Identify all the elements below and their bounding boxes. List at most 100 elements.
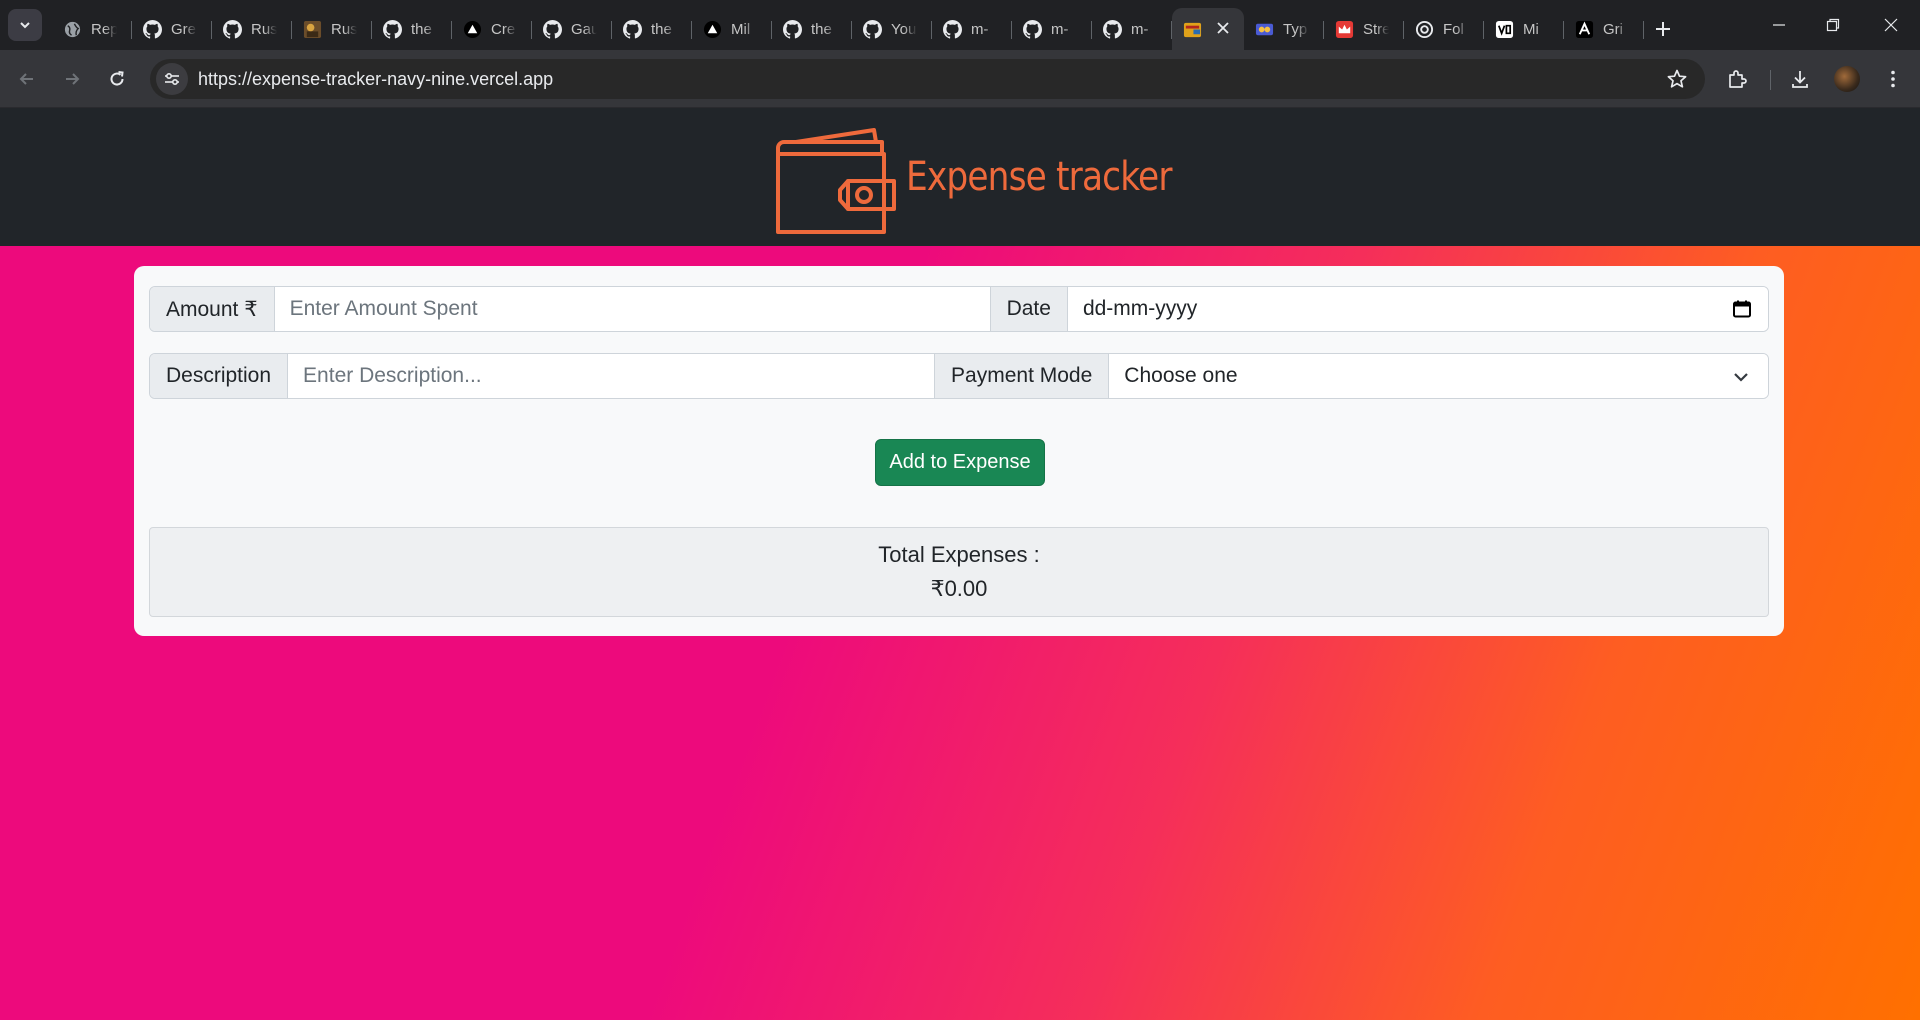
tab[interactable]: the: [612, 8, 692, 50]
vo-favicon-icon: [1494, 19, 1514, 39]
tab-title: Rus: [251, 20, 277, 38]
github-icon: [942, 19, 962, 39]
restore-icon: [1826, 18, 1840, 32]
tab-strip: Rep Gre Rus Rus the Cre Gau the Mil the You m-m-m- T…: [0, 0, 1920, 50]
browser-toolbar: https://expense-tracker-navy-nine.vercel…: [0, 50, 1920, 108]
tab[interactable]: m-: [1012, 8, 1092, 50]
tab[interactable]: Mil: [692, 8, 772, 50]
total-expenses-box: Total Expenses : ₹0.00: [149, 527, 1769, 617]
page-viewport: Expense tracker Amount ₹ Date dd-mm-yyyy…: [0, 108, 1920, 1020]
total-expenses-label: Total Expenses :: [878, 542, 1040, 567]
chevron-down-icon: [1734, 373, 1748, 382]
wallet-icon: [776, 128, 896, 234]
tab-list: Rep Gre Rus Rus the Cre Gau the Mil the You m-m-m- T…: [52, 8, 1682, 50]
date-value: dd-mm-yyyy: [1082, 297, 1198, 320]
tab-title: Gre: [171, 20, 197, 38]
openai-icon: [1414, 19, 1434, 39]
tab[interactable]: Stre: [1324, 8, 1404, 50]
reload-icon: [110, 71, 124, 86]
expense-form-card: Amount ₹ Date dd-mm-yyyy Description Pay…: [134, 266, 1784, 636]
star-icon: [1667, 69, 1687, 88]
tab-title: Typ: [1283, 20, 1308, 38]
minimize-icon: [1773, 24, 1785, 26]
github-icon: [862, 19, 882, 39]
url-text: https://expense-tracker-navy-nine.vercel…: [198, 68, 554, 89]
tab[interactable]: Rep: [52, 8, 132, 50]
arrow-left-icon: [19, 73, 33, 85]
description-label: Description: [150, 354, 289, 398]
tab[interactable]: You: [852, 8, 932, 50]
tab-search-button[interactable]: [8, 9, 42, 41]
typing-favicon-icon: [1254, 19, 1274, 39]
tab-title: Rep: [91, 20, 117, 38]
bookmark-button[interactable]: [1663, 65, 1691, 93]
tab-title: m-: [971, 20, 989, 38]
site-info-button[interactable]: [156, 63, 188, 95]
chevron-down-icon: [20, 22, 30, 29]
tab-title: Stre: [1363, 20, 1389, 38]
tab[interactable]: the: [372, 8, 452, 50]
back-button[interactable]: [10, 62, 44, 96]
globe-icon: [62, 19, 82, 39]
github-icon: [382, 19, 402, 39]
downloads-button[interactable]: [1783, 62, 1817, 96]
github-icon: [622, 19, 642, 39]
github-icon: [1102, 19, 1122, 39]
payment-mode-selected: Choose one: [1124, 364, 1238, 387]
tab[interactable]: Rus: [292, 8, 372, 50]
tab-title: m-: [1131, 20, 1149, 38]
tab-title: Gri: [1603, 20, 1623, 38]
github-icon: [542, 19, 562, 39]
total-expenses-value: ₹0.00: [930, 576, 988, 601]
profile-avatar[interactable]: [1834, 66, 1860, 92]
address-bar[interactable]: https://expense-tracker-navy-nine.vercel…: [150, 59, 1705, 99]
extensions-button[interactable]: [1720, 62, 1754, 96]
browser-menu-button[interactable]: [1876, 62, 1910, 96]
tab[interactable]: Gre: [132, 8, 212, 50]
tab[interactable]: Cre: [452, 8, 532, 50]
toolbar-divider: [1770, 70, 1771, 90]
close-tab-icon[interactable]: [1214, 19, 1232, 37]
close-window-button[interactable]: [1862, 0, 1920, 50]
tab[interactable]: Typ: [1244, 8, 1324, 50]
restore-button[interactable]: [1804, 0, 1862, 50]
image-favicon-icon: [302, 19, 322, 39]
tab[interactable]: Rus: [212, 8, 292, 50]
plus-icon: [1656, 22, 1670, 36]
tab[interactable]: Mi: [1484, 8, 1564, 50]
tab[interactable]: Fol: [1404, 8, 1484, 50]
tab-title: the: [651, 20, 672, 38]
tab[interactable]: Gau: [532, 8, 612, 50]
add-expense-button[interactable]: Add to Expense: [875, 439, 1045, 486]
tab[interactable]: m-: [1092, 8, 1172, 50]
github-icon: [142, 19, 162, 39]
tab[interactable]: the: [772, 8, 852, 50]
tab-active[interactable]: [1172, 8, 1244, 50]
reload-button[interactable]: [100, 62, 134, 96]
tab-title: the: [411, 20, 432, 38]
tab[interactable]: Gri: [1564, 8, 1644, 50]
amount-date-row: Amount ₹ Date dd-mm-yyyy: [149, 286, 1769, 332]
amount-input[interactable]: [274, 287, 990, 331]
amount-label: Amount ₹: [150, 287, 275, 331]
forward-button[interactable]: [55, 62, 89, 96]
github-icon: [782, 19, 802, 39]
github-icon: [222, 19, 242, 39]
tab-title: Fol: [1443, 20, 1464, 38]
calendar-icon[interactable]: [1732, 299, 1752, 319]
date-input[interactable]: dd-mm-yyyy: [1067, 287, 1768, 331]
close-icon: [1884, 18, 1898, 32]
date-label: Date: [989, 287, 1068, 331]
more-vertical-icon: [1891, 70, 1895, 88]
new-tab-button[interactable]: [1644, 8, 1682, 50]
tab[interactable]: m-: [932, 8, 1012, 50]
minimize-button[interactable]: [1750, 0, 1808, 50]
tab-title: Cre: [491, 20, 516, 38]
arrow-right-icon: [66, 73, 80, 85]
tab-separator: [1643, 21, 1644, 39]
payment-mode-select[interactable]: Choose one: [1109, 354, 1768, 398]
description-input[interactable]: [288, 354, 935, 398]
tab-title: m-: [1051, 20, 1069, 38]
app-header: Expense tracker: [0, 108, 1920, 246]
tab-title: Gau: [571, 20, 597, 38]
